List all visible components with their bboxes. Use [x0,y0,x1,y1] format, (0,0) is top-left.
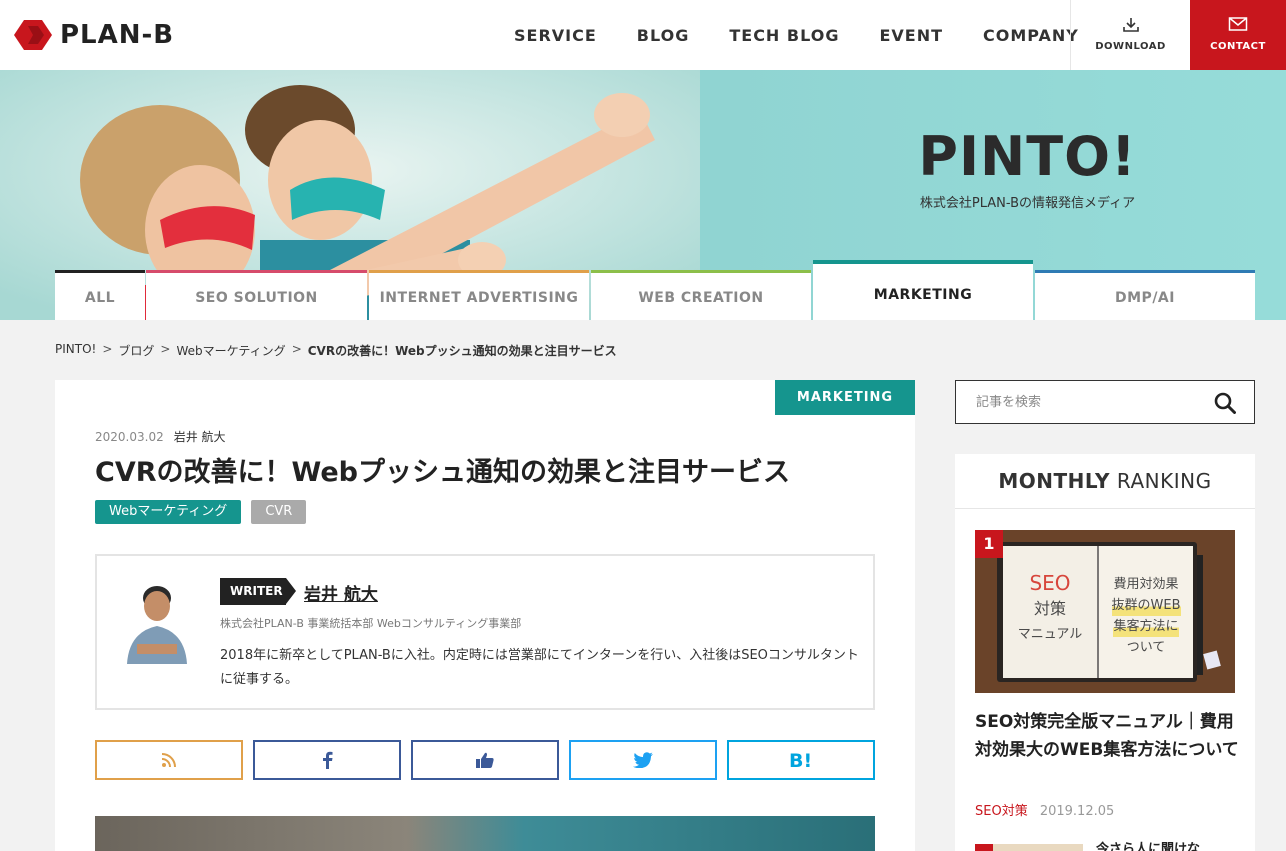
breadcrumb-category[interactable]: Webマーケティング [176,342,285,359]
rank-number: 1 [975,530,1003,558]
contact-label: CONTACT [1210,41,1266,52]
tag-cvr[interactable]: CVR [251,500,307,524]
breadcrumb-separator: > [160,342,171,356]
logo-text: PLAN-B [60,20,175,50]
main-nav: SERVICE BLOG TECH BLOG EVENT COMPANY [494,0,1099,70]
tab-web-creation[interactable]: WEB CREATION [591,270,811,320]
article-hero-image [95,816,875,851]
search-icon[interactable] [1214,392,1236,414]
ranking-item-image[interactable]: 1 SEO 対策 マニュアル 費用対効果 抜群のWEB 集客方法に ついて [975,530,1235,693]
nav-event[interactable]: EVENT [879,26,943,45]
article-author[interactable]: 岩井 航大 [174,430,226,444]
breadcrumb-current: CVRの改善に！Webプッシュ通知の効果と注目サービス [307,344,617,358]
tag-web-marketing[interactable]: Webマーケティング [95,500,242,524]
nav-service[interactable]: SERVICE [514,26,597,45]
ranking-item-date: 2019.12.05 [1039,804,1115,819]
twitter-icon [633,752,653,768]
tab-marketing[interactable]: MARKETING [813,260,1033,320]
ranking-item-2-title[interactable]: 今さら人に聞けな [1096,838,1200,851]
contact-button[interactable]: CONTACT [1190,0,1286,70]
breadcrumb-blog[interactable]: ブログ [118,342,154,359]
notebook-text: マニュアル [1017,627,1083,642]
tab-label: SEO SOLUTION [195,290,318,306]
tab-all[interactable]: ALL [55,270,145,320]
tab-label: INTERNET ADVERTISING [379,290,579,306]
svg-text:B!: B! [789,751,812,769]
media-name: PINTO! [918,125,1137,188]
notebook-text: ついて [1126,640,1166,655]
site-header: PLAN-B SERVICE BLOG TECH BLOG EVENT COMP… [0,0,1286,70]
notebook-text: 費用対効果 [1113,577,1179,592]
hatena-bookmark-icon: B! [789,751,812,769]
ranking-item-meta: SEO対策 2019.12.05 [975,800,1114,819]
mail-icon [1228,17,1248,31]
writer-name-link[interactable]: 岩井 航大 [304,580,378,605]
share-twitter-button[interactable] [569,740,717,780]
breadcrumb-separator: > [102,342,113,356]
tab-label: WEB CREATION [638,290,764,306]
article-tags: Webマーケティング CVR [95,500,307,524]
ranking-heading-bold: MONTHLY [998,469,1111,493]
share-facebook-button[interactable] [253,740,401,780]
notebook-text: 対策 [1033,599,1066,618]
breadcrumb-separator: > [291,342,302,356]
download-button[interactable]: DOWNLOAD [1070,0,1190,70]
share-like-button[interactable] [411,740,559,780]
writer-avatar [127,586,187,664]
facebook-icon [323,751,333,769]
like-icon [476,752,494,768]
notebook-right-text: 費用対効果 抜群のWEB 集客方法に ついて [1099,574,1193,658]
nav-tech-blog[interactable]: TECH BLOG [729,26,839,45]
search-input[interactable] [976,391,1206,413]
writer-profile: WRITER 岩井 航大 株式会社PLAN-B 事業統括本部 Webコンサルティ… [95,554,875,710]
tab-label: MARKETING [873,287,973,303]
breadcrumb: PINTO! > ブログ > Webマーケティング > CVRの改善に！Webプ… [55,342,617,359]
download-label: DOWNLOAD [1095,41,1166,52]
logo-mark-icon [14,20,52,50]
ranking-item-2-image[interactable] [975,844,1083,851]
rss-icon [161,753,176,768]
nav-blog[interactable]: BLOG [637,26,690,45]
share-hatena-button[interactable]: B! [727,740,875,780]
download-icon [1122,18,1139,32]
ranking-item-category[interactable]: SEO対策 [975,804,1028,819]
notebook-text: 集客方法に [1113,616,1179,637]
tab-internet-advertising[interactable]: INTERNET ADVERTISING [369,270,589,320]
ranking-heading-rest: RANKING [1116,469,1212,493]
share-buttons: B! [95,740,875,780]
writer-label: WRITER [220,578,296,605]
article-card: MARKETING 2020.03.02 岩井 航大 CVRの改善に！Webプッシ… [55,380,915,851]
ranking-item-title[interactable]: SEO対策完全版マニュアル｜費用対効果大のWEB集客方法について [975,708,1240,764]
tab-seo-solution[interactable]: SEO SOLUTION [146,270,367,320]
tab-label: DMP/AI [1115,290,1175,306]
writer-bio: 2018年に新卒としてPLAN-Bに入社。内定時には営業部にてインターンを行い、… [220,648,859,687]
article-meta: 2020.03.02 岩井 航大 [95,428,226,445]
media-subtitle: 株式会社PLAN-Bの情報発信メディア [919,196,1136,211]
site-logo[interactable]: PLAN-B [14,18,174,52]
share-rss-button[interactable] [95,740,243,780]
monthly-ranking: MONTHLY RANKING 1 SEO 対策 マニュアル 費用対効果 抜群の… [955,454,1255,851]
media-brand: PINTO! 株式会社PLAN-Bの情報発信メディア [900,125,1155,211]
category-badge[interactable]: MARKETING [775,380,915,415]
category-tabs: ALL SEO SOLUTION INTERNET ADVERTISING WE… [55,260,1255,320]
article-title: CVRの改善に！Webプッシュ通知の効果と注目サービス [95,457,790,488]
rank-number-2 [975,844,993,851]
notebook-text: SEO [1029,571,1071,595]
nav-company[interactable]: COMPANY [983,26,1079,45]
ranking-heading: MONTHLY RANKING [955,454,1255,509]
notebook-text: 抜群のWEB [1111,595,1181,616]
tab-dmp-ai[interactable]: DMP/AI [1035,270,1255,320]
writer-department: 株式会社PLAN-B 事業統括本部 Webコンサルティング事業部 [220,617,522,630]
article-date: 2020.03.02 [95,430,164,444]
tab-label: ALL [84,290,116,306]
search-box [955,380,1255,424]
breadcrumb-home[interactable]: PINTO! [55,342,96,359]
notebook-left-text: SEO 対策 マニュアル [1003,570,1097,648]
